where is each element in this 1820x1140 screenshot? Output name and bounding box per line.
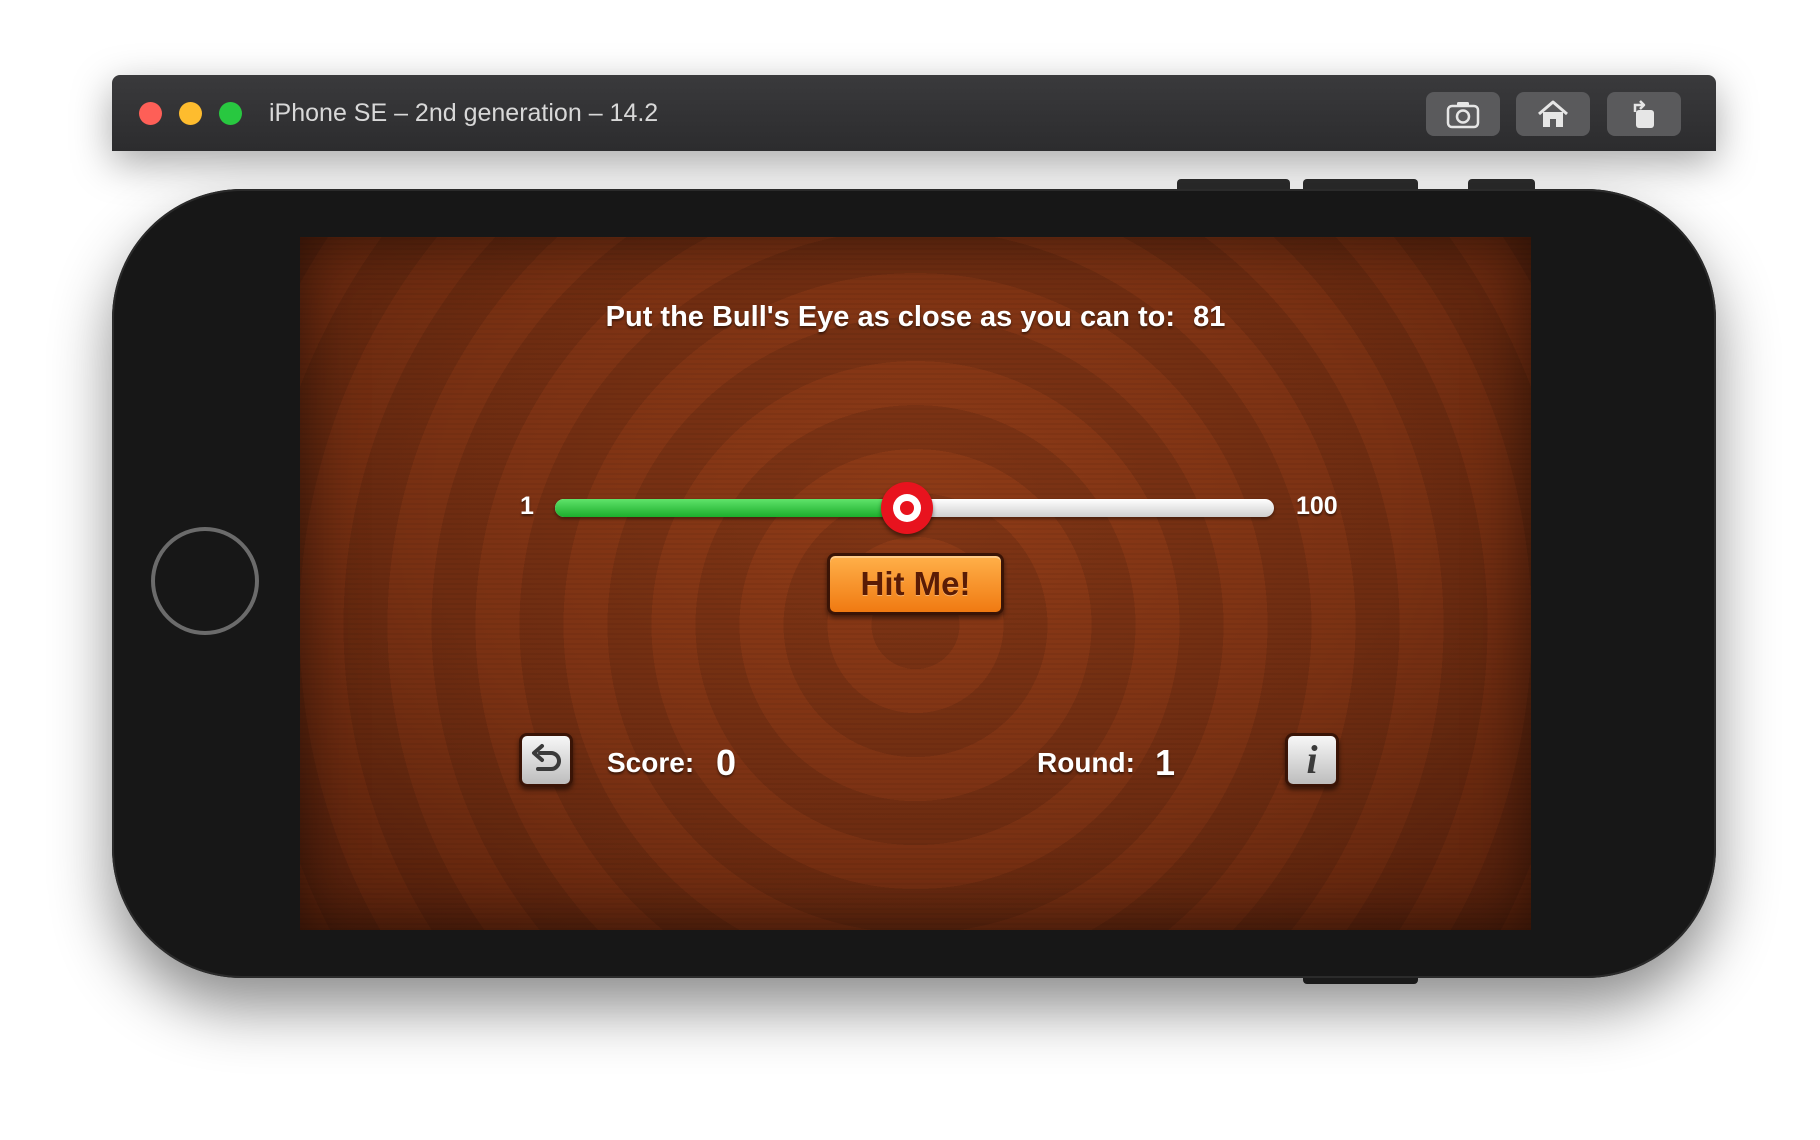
minimize-window-button[interactable] bbox=[179, 102, 202, 125]
info-icon: i bbox=[1306, 737, 1318, 782]
target-value: 81 bbox=[1193, 301, 1226, 333]
simulator-titlebar: iPhone SE – 2nd generation – 14.2 bbox=[112, 75, 1716, 151]
rotate-icon bbox=[1633, 100, 1654, 128]
prompt-text: Put the Bull's Eye as close as you can t… bbox=[605, 301, 1176, 333]
home-button-toolbar[interactable] bbox=[1516, 92, 1590, 136]
start-over-icon bbox=[532, 744, 561, 771]
score-value: 0 bbox=[716, 742, 737, 783]
close-window-button[interactable] bbox=[139, 102, 162, 125]
slider-max-label: 100 bbox=[1296, 492, 1338, 520]
hit-me-button[interactable]: Hit Me! bbox=[827, 553, 1004, 615]
device-home-button[interactable] bbox=[151, 527, 259, 635]
home-icon bbox=[1538, 100, 1568, 127]
target-prompt: Put the Bull's Eye as close as you can t… bbox=[300, 301, 1531, 334]
info-button[interactable]: i bbox=[1285, 733, 1339, 787]
slider-min-label: 1 bbox=[520, 492, 534, 520]
round-label: Round: bbox=[1037, 747, 1135, 778]
round-value: 1 bbox=[1155, 742, 1176, 783]
game-screen: Put the Bull's Eye as close as you can t… bbox=[300, 237, 1531, 930]
zoom-window-button[interactable] bbox=[219, 102, 242, 125]
rotate-button[interactable] bbox=[1607, 92, 1681, 136]
screenshot-button[interactable] bbox=[1426, 92, 1500, 136]
score-label: Score: bbox=[607, 747, 695, 778]
start-over-button[interactable] bbox=[519, 733, 573, 787]
camera-icon bbox=[1446, 102, 1480, 129]
slider-fill bbox=[555, 499, 908, 517]
bullseye-slider-thumb[interactable] bbox=[881, 482, 934, 534]
window-title: iPhone SE – 2nd generation – 14.2 bbox=[269, 99, 659, 127]
